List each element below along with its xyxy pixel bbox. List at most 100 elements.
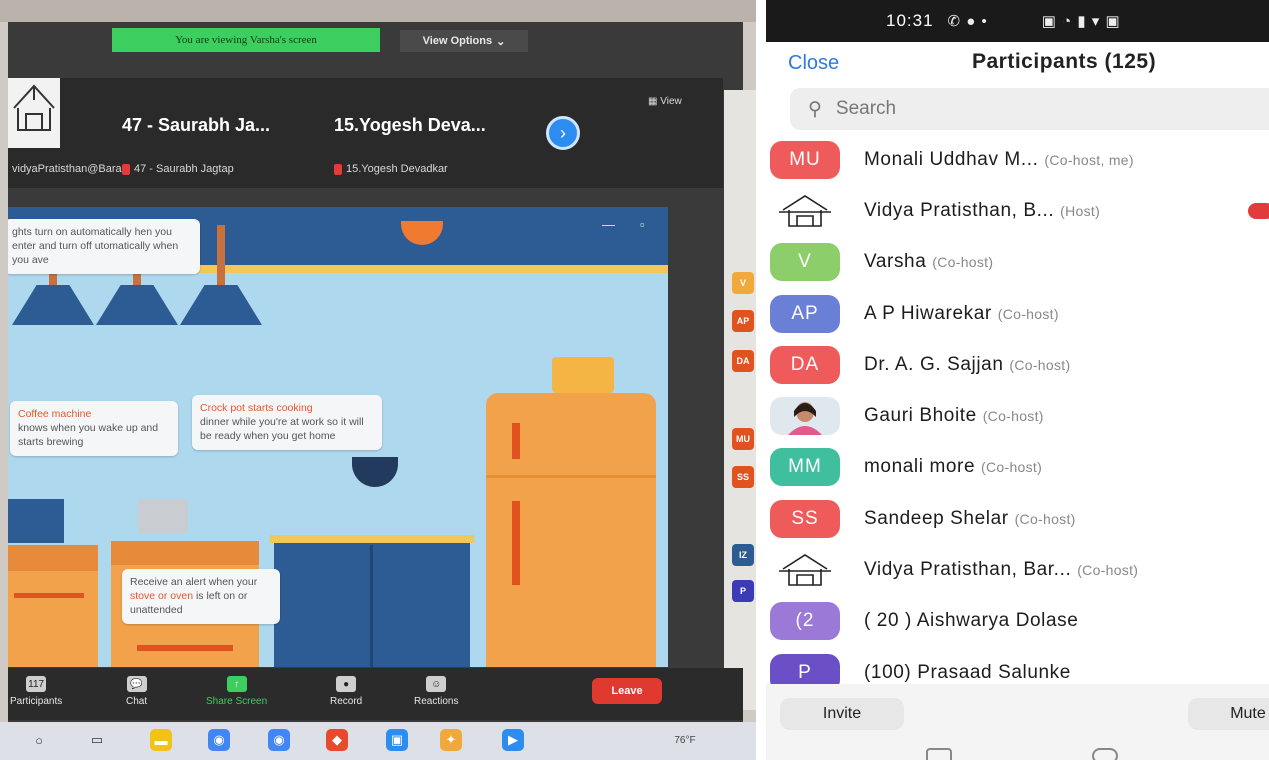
close-button[interactable]: Close [788,52,839,75]
weather-tray[interactable]: 76°F [660,729,710,751]
participant-name-text: Vidya Pratisthan, B... [864,199,1055,221]
search-icon: ⚲ [808,98,822,120]
participant-name: Varsha (Co-host) [864,251,993,273]
minimize-icon[interactable]: — [602,217,615,232]
participant-row[interactable]: AP A P Hiwarekar (Co-host) [766,288,1269,339]
side-avatar: IZ [732,544,754,566]
side-avatar: V [732,272,754,294]
zoom-app-icon[interactable]: ▶ [502,729,524,751]
laptop-bezel-top [0,0,756,22]
participant-role: (Host) [1060,202,1101,219]
participant-row[interactable]: (2 ( 20 ) Aishwarya Dolase [766,596,1269,647]
participant-name-text: A P Hiwarekar [864,302,992,324]
avatar: AP [770,294,840,333]
participant-role: (Co-host, me) [1044,151,1134,168]
participant-name: Gauri Bhoite (Co-host) [864,405,1044,427]
mute-all-button[interactable]: Mute [1188,698,1269,730]
participant-role: (Co-host) [1009,356,1071,373]
lamp-icon [180,225,262,325]
radio-icon [552,357,614,393]
crock-pot-icon [138,499,188,533]
participant-name: monali more (Co-host) [864,456,1042,478]
chrome-profile-icon[interactable]: ◉ [268,729,290,751]
view-options-button[interactable]: View Options ⌄ [400,30,528,52]
chevron-down-icon: ⌄ [496,35,506,48]
tile-2-subname: 47 - Saurabh Jagtap [122,163,234,175]
crock-pot-callout: Crock pot starts cooking dinner while yo… [192,395,382,450]
app-icon[interactable]: ▣ [386,729,408,751]
participant-role: (Co-host) [1077,562,1139,579]
coffee-machine-icon [8,499,64,543]
task-view-icon[interactable]: ▭ [86,729,108,751]
file-explorer-icon[interactable]: ▬ [150,729,172,751]
avatar: (2 [770,602,840,641]
participant-role: (Co-host) [981,459,1043,476]
institution-logo-icon [13,84,55,131]
frying-pan-icon [352,457,398,487]
avatar-photo [770,397,840,436]
participant-row[interactable]: V Varsha (Co-host) [766,237,1269,288]
search-circle-icon[interactable]: ○ [28,729,50,751]
reactions-button[interactable]: ☺ Reactions [414,676,458,707]
participant-name-text: (100) Prasaad Salunke [864,661,1071,683]
restore-icon[interactable]: ▫ [640,217,645,232]
reactions-icon: ☺ [426,676,447,692]
participant-name: Vidya Pratisthan, B... (Host) [864,200,1100,222]
laptop-photo: You are viewing Varsha's screen View Opt… [0,0,756,760]
page-title: Participants (125) [972,50,1157,73]
clock: 10:31 [886,11,934,30]
participant-name-text: Gauri Bhoite [864,405,977,427]
share-screen-button[interactable]: ↑ Share Screen [206,676,267,707]
participant-name-text: Vidya Pratisthan, Bar... [864,559,1072,581]
stove-alert-callout: Receive an alert when your stove or oven… [122,569,280,624]
chrome-icon[interactable]: ◉ [208,729,230,751]
avatar: MM [770,448,840,487]
participant-role: (Co-host) [982,408,1044,425]
side-avatar: AP [732,310,754,332]
record-button[interactable]: ● Record [330,676,362,707]
participant-row[interactable]: SS Sandeep Shelar (Co-host) [766,493,1269,544]
notification-icons: ✆ ● • [947,13,988,30]
participant-name-text: ( 20 ) Aishwarya Dolase [864,610,1079,632]
participant-name-text: Sandeep Shelar [864,507,1009,529]
invite-button[interactable]: Invite [780,698,904,730]
coffee-callout: Coffee machine knows when you wake up an… [10,401,178,456]
institution-logo-icon [770,191,840,230]
participant-role: (Co-host) [932,254,994,271]
participant-row[interactable]: Gauri Bhoite (Co-host) [766,390,1269,441]
participant-name: A P Hiwarekar (Co-host) [864,303,1059,325]
search-bar[interactable]: ⚲ [790,88,1269,130]
participant-name: Monali Uddhav M... (Co-host, me) [864,149,1134,171]
windows-taskbar [0,722,756,760]
participant-row[interactable]: MM monali more (Co-host) [766,442,1269,493]
participant-row[interactable]: DA Dr. A. G. Sajjan (Co-host) [766,339,1269,390]
side-participant-column [724,90,756,710]
leave-button[interactable]: Leave [592,678,662,704]
status-bar: 10:31 ✆ ● • ▣ ◔ ▮ ▾ ▣ [766,0,1269,42]
screen-share-banner: You are viewing Varsha's screen [112,28,380,52]
view-tag[interactable]: ▦ View [648,96,682,107]
nav-home-icon[interactable] [1092,748,1118,760]
side-avatar: DA [732,350,754,372]
avatar: MU [770,140,840,179]
side-avatar: P [732,580,754,602]
participant-row[interactable]: MU Monali Uddhav M... (Co-host, me) [766,134,1269,185]
app-icon[interactable]: ◆ [326,729,348,751]
next-page-arrow-icon[interactable]: › [546,116,580,150]
participant-role: (Co-host) [1014,510,1076,527]
participant-row[interactable]: Vidya Pratisthan, Bar... (Co-host) [766,544,1269,595]
chat-icon: 💬 [126,676,147,692]
people-icon: 117 [26,676,47,692]
share-screen-icon: ↑ [226,676,247,692]
tile-3-name: 15.Yogesh Deva... [334,115,486,135]
participant-name: ( 20 ) Aishwarya Dolase [864,610,1078,632]
chat-button[interactable]: 💬 Chat [126,676,147,707]
sink-cabinet [270,535,474,667]
participant-row[interactable]: Vidya Pratisthan, B... (Host) [766,185,1269,236]
nav-recents-icon[interactable] [926,748,952,760]
search-input[interactable] [835,98,1136,120]
app-icon[interactable]: ✦ [440,729,462,751]
participants-button[interactable]: 117 Participants [10,676,62,707]
participant-name: Dr. A. G. Sajjan (Co-host) [864,354,1070,376]
institution-logo-icon [770,551,840,590]
